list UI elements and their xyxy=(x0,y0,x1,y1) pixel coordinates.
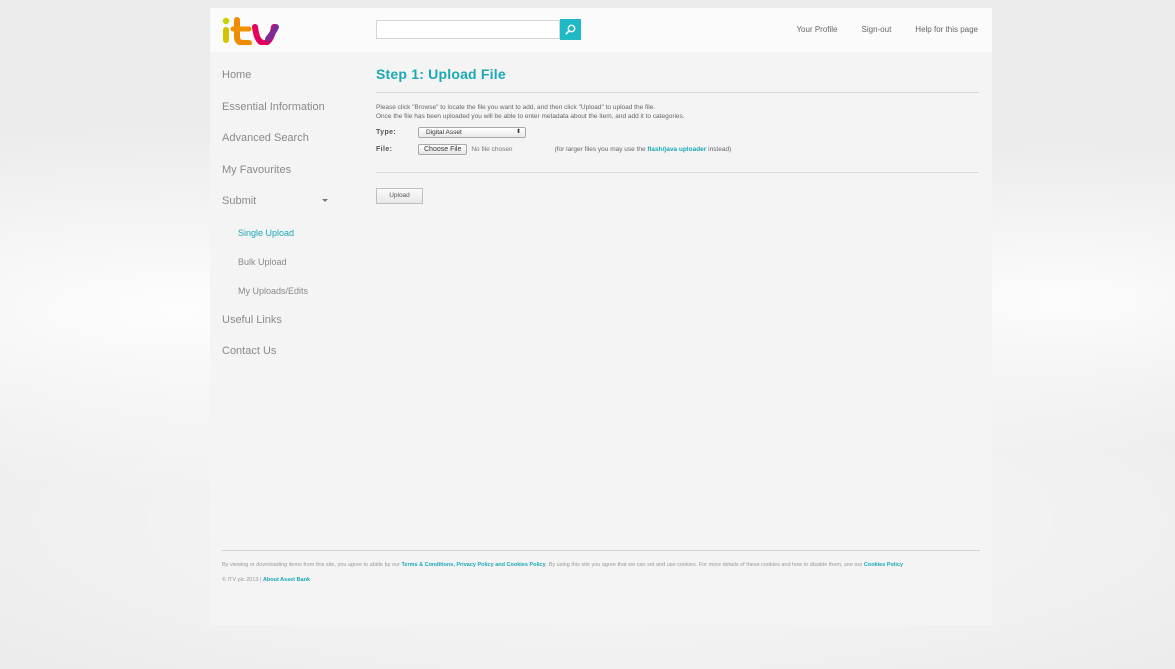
footer-text-2: . By using this site you agree that we c… xyxy=(545,562,864,568)
nav-useful-links[interactable]: Useful Links xyxy=(222,313,357,345)
nav-my-favourites[interactable]: My Favourites xyxy=(222,163,357,195)
itv-logo[interactable] xyxy=(221,17,291,45)
type-select-value: Digital Asset xyxy=(426,129,462,136)
search-icon xyxy=(565,24,576,35)
your-profile-link[interactable]: Your Profile xyxy=(796,25,837,34)
about-asset-bank-link[interactable]: About Asset Bank xyxy=(263,577,310,583)
nav-essential-information[interactable]: Essential Information xyxy=(222,100,357,132)
search-input[interactable] xyxy=(376,20,560,39)
choose-file-button[interactable]: Choose File xyxy=(418,144,468,155)
upload-button[interactable]: Upload xyxy=(376,188,423,204)
flash-java-uploader-link[interactable]: flash/java uploader xyxy=(647,146,706,153)
chevron-down-icon[interactable] xyxy=(322,199,328,202)
nav-advanced-search[interactable]: Advanced Search xyxy=(222,131,357,163)
cookies-policy-link[interactable]: Cookies Policy xyxy=(864,562,903,568)
main-content: Step 1: Upload File Please click "Browse… xyxy=(376,66,979,204)
type-label: Type: xyxy=(376,129,397,136)
footer-disclaimer: By viewing or downloading items from thi… xyxy=(222,561,980,569)
header: Your Profile Sign-out Help for this page xyxy=(210,8,992,52)
nav-submit-label: Submit xyxy=(222,195,257,207)
divider xyxy=(376,172,979,173)
no-file-text: No file chosen xyxy=(471,146,513,153)
type-row: Type: Digital Asset ⬍ xyxy=(376,127,979,138)
nav-home[interactable]: Home xyxy=(222,68,357,100)
nav-bulk-upload[interactable]: Bulk Upload xyxy=(222,255,357,284)
nav-contact-us[interactable]: Contact Us xyxy=(222,344,357,376)
copyright-text: © ITV plc 2013 | xyxy=(222,577,263,583)
footer-divider xyxy=(222,550,980,551)
select-arrows-icon: ⬍ xyxy=(515,129,521,135)
file-row: File: Choose File No file chosen (for la… xyxy=(376,144,979,155)
search-button[interactable] xyxy=(560,19,581,40)
help-link[interactable]: Help for this page xyxy=(915,25,978,34)
file-label: File: xyxy=(376,146,393,153)
nav-submit[interactable]: Submit xyxy=(222,194,357,226)
instructions-line-2: Once the file has been uploaded you will… xyxy=(376,113,685,120)
copyright: © ITV plc 2013 | About Asset Bank xyxy=(222,577,980,583)
top-links: Your Profile Sign-out Help for this page xyxy=(796,25,978,34)
type-select[interactable]: Digital Asset ⬍ xyxy=(418,127,526,138)
sign-out-link[interactable]: Sign-out xyxy=(862,25,892,34)
nav-single-upload[interactable]: Single Upload xyxy=(222,226,357,255)
instructions: Please click "Browse" to locate the file… xyxy=(376,103,979,121)
terms-link[interactable]: Terms & Conditions, Privacy Policy and C… xyxy=(401,562,545,568)
hint-prefix: (for larger files you may use the xyxy=(554,146,648,153)
footer: By viewing or downloading items from thi… xyxy=(222,550,980,583)
instructions-line-1: Please click "Browse" to locate the file… xyxy=(376,104,656,111)
page-container: Your Profile Sign-out Help for this page… xyxy=(210,8,992,625)
hint-suffix: instead) xyxy=(706,146,732,153)
page-title: Step 1: Upload File xyxy=(376,66,506,82)
left-nav: Home Essential Information Advanced Sear… xyxy=(222,68,357,376)
footer-text-1: By viewing or downloading items from thi… xyxy=(222,562,402,568)
uploader-hint: (for larger files you may use the flash/… xyxy=(555,146,732,153)
divider xyxy=(376,92,979,93)
nav-my-uploads-edits[interactable]: My Uploads/Edits xyxy=(222,284,357,313)
